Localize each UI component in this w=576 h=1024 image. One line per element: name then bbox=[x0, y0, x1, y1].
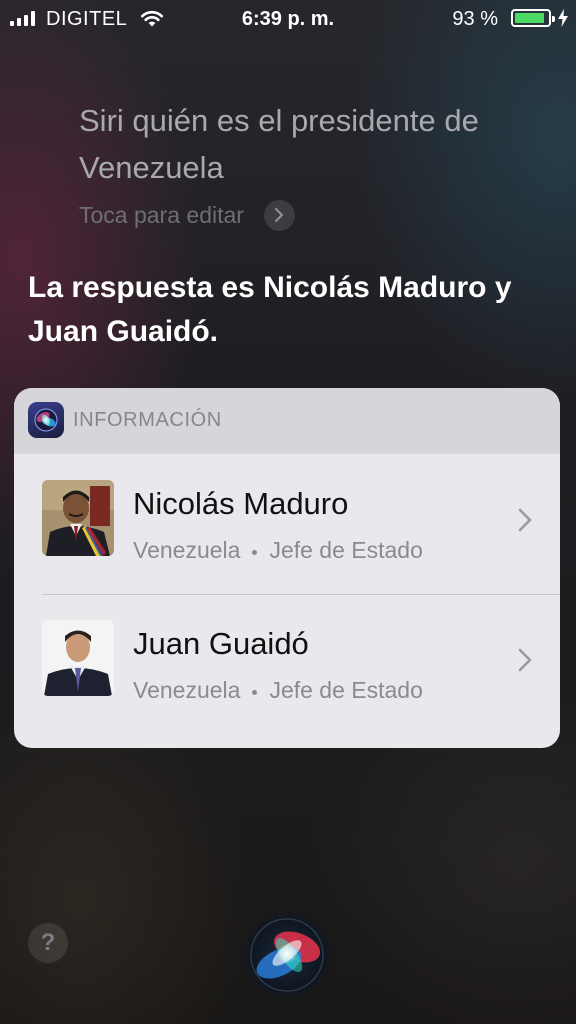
result-subtitle: Venezuela Jefe de Estado bbox=[133, 537, 423, 564]
row-divider bbox=[42, 594, 560, 595]
separator-dot bbox=[252, 550, 258, 555]
charging-bolt-icon bbox=[558, 9, 568, 27]
tap-to-edit[interactable]: Toca para editar bbox=[79, 199, 295, 231]
siri-orb-icon[interactable] bbox=[237, 905, 337, 1005]
chevron-right-icon bbox=[518, 648, 532, 672]
avatar bbox=[42, 480, 114, 556]
result-role: Jefe de Estado bbox=[269, 677, 423, 703]
tap-to-edit-label: Toca para editar bbox=[79, 201, 244, 228]
battery-percentage: 93 % bbox=[452, 8, 498, 30]
siri-query-text[interactable]: Siri quién es el presidente de Venezuela bbox=[79, 97, 549, 191]
result-country: Venezuela bbox=[133, 677, 241, 703]
card-header-label: INFORMACIÓN bbox=[73, 409, 222, 431]
help-button[interactable]: ? bbox=[28, 923, 68, 963]
result-row-nicolas-maduro[interactable]: Nicolás Maduro Venezuela Jefe de Estado bbox=[14, 456, 560, 596]
battery-level-fill bbox=[515, 13, 545, 23]
siri-answer: La respuesta es Nicolás Maduro y Juan Gu… bbox=[28, 271, 512, 348]
separator-dot bbox=[252, 690, 258, 695]
siri-app-icon bbox=[28, 402, 64, 438]
result-name: Nicolás Maduro bbox=[133, 486, 349, 521]
avatar bbox=[42, 620, 114, 696]
chevron-right-icon bbox=[518, 508, 532, 532]
result-role: Jefe de Estado bbox=[269, 537, 423, 563]
result-country: Venezuela bbox=[133, 537, 241, 563]
battery-icon bbox=[511, 9, 555, 27]
status-bar: DIGITEL 6:39 p. m. 93 % bbox=[0, 0, 576, 38]
result-row-juan-guaido[interactable]: Juan Guaidó Venezuela Jefe de Estado bbox=[14, 596, 560, 736]
chevron-right-icon bbox=[263, 199, 295, 231]
information-card: INFORMACIÓN Nicolás Maduro Venezuela Jefe… bbox=[14, 388, 560, 748]
result-name: Juan Guaidó bbox=[133, 626, 309, 661]
result-subtitle: Venezuela Jefe de Estado bbox=[133, 677, 423, 704]
card-header: INFORMACIÓN bbox=[14, 388, 560, 454]
